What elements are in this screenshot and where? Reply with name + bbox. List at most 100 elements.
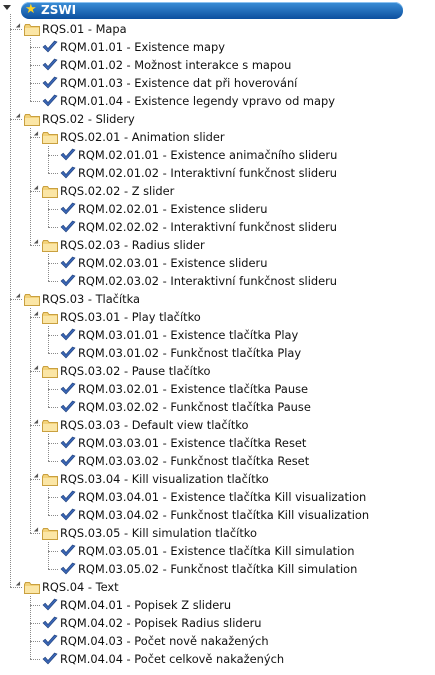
tree-node-label: RQS.03.01 - Play tlačítko <box>60 310 201 324</box>
checkmark-icon <box>42 76 58 90</box>
tree-connector <box>30 659 40 660</box>
tree-connector <box>48 173 58 174</box>
tree-connector <box>30 83 40 84</box>
tree-node-label: RQM.03.04.01 - Existence tlačítka Kill v… <box>78 490 367 504</box>
checkmark-icon <box>60 328 76 342</box>
tree-connector <box>48 515 58 516</box>
tree-connector <box>48 488 49 515</box>
folder-icon <box>42 365 58 378</box>
tree-node-label: RQM.01.01 - Existence mapy <box>60 40 225 54</box>
tree-connector <box>30 641 40 642</box>
folder-icon <box>42 473 58 486</box>
tree-node-label: RQM.01.02 - Možnost interakce s mapou <box>60 58 292 72</box>
tree-connector <box>48 263 58 264</box>
tree-connector <box>30 596 31 659</box>
tree-connector <box>10 299 22 300</box>
tree-node-label: RQM.01.04 - Existence legendy vpravo od … <box>60 94 335 108</box>
tree-connector <box>48 209 58 210</box>
tree-connector <box>30 308 31 533</box>
tree-node-label: RQS.03 - Tlačítka <box>42 292 140 306</box>
tree-connector <box>10 29 22 30</box>
checkmark-icon <box>60 202 76 216</box>
tree-connector <box>48 326 49 353</box>
folder-icon <box>42 311 58 324</box>
tree-node-label: RQM.03.03.01 - Existence tlačítka Reset <box>78 436 307 450</box>
tree-connector <box>30 65 40 66</box>
tree-node-label: RQM.02.02.01 - Existence slideru <box>78 202 268 216</box>
folder-icon <box>42 419 58 432</box>
tree-connector <box>48 353 58 354</box>
tree-connector <box>48 281 58 282</box>
tree-connector <box>48 155 58 156</box>
tree-node-label: RQM.03.01.01 - Existence tlačítka Play <box>78 328 299 342</box>
tree-node-label: RQS.03.05 - Kill simulation tlačítko <box>60 526 257 540</box>
tree-connector <box>48 407 58 408</box>
tree-connector <box>48 434 49 461</box>
checkmark-icon <box>60 148 76 162</box>
tree-node-label: RQS.02.01 - Animation slider <box>60 130 225 144</box>
tree-node-label: RQS.03.03 - Default view tlačítko <box>60 418 249 432</box>
folder-icon <box>24 581 40 594</box>
tree-node-label: RQM.03.05.01 - Existence tlačítka Kill s… <box>78 544 355 558</box>
tree-node-label: RQM.02.03.01 - Existence slideru <box>78 256 268 270</box>
folder-icon <box>42 527 58 540</box>
star-icon: ★ <box>25 2 37 17</box>
checkmark-icon <box>60 166 76 180</box>
tree-node-label: RQM.01.03 - Existence dat při hoverování <box>60 76 298 90</box>
checkmark-icon <box>60 274 76 288</box>
checkmark-icon <box>60 382 76 396</box>
tree-connector <box>48 380 49 407</box>
folder-icon <box>24 293 40 306</box>
tree-node-label: RQS.04 - Text <box>42 580 119 594</box>
tree-node-label: RQM.03.03.02 - Funkčnost tlačítka Reset <box>78 454 310 468</box>
tree-node-label: RQS.03.02 - Pause tlačítko <box>60 364 211 378</box>
checkmark-icon <box>60 454 76 468</box>
tree-node-label: RQM.02.01.01 - Existence animačního slid… <box>78 148 338 162</box>
tree-connector <box>10 14 11 587</box>
checkmark-icon <box>60 220 76 234</box>
checkmark-icon <box>60 562 76 576</box>
tree-node-label: RQM.03.02.01 - Existence tlačítka Pause <box>78 382 309 396</box>
tree-node-label: RQM.03.05.02 - Funkčnost tlačítka Kill s… <box>78 562 358 576</box>
tree-node-label: RQM.03.04.02 - Funkčnost tlačítka Kill v… <box>78 508 370 522</box>
tree-connector <box>30 38 31 101</box>
folder-icon <box>24 113 40 126</box>
checkmark-icon <box>42 634 58 648</box>
checkmark-icon <box>42 94 58 108</box>
tree-node-label: RQM.03.01.02 - Funkčnost tlačítka Play <box>78 346 302 360</box>
tree-connector <box>48 461 58 462</box>
checkmark-icon <box>60 436 76 450</box>
tree-node-label: RQM.02.03.02 - Interaktivní funkčnost sl… <box>78 274 338 288</box>
tree-node-label: RQS.02.03 - Radius slider <box>60 238 205 252</box>
tree-node-label: RQS.02.02 - Z slider <box>60 184 175 198</box>
tree-node-label: RQS.02 - Slidery <box>42 112 135 126</box>
tree-connector <box>30 101 40 102</box>
tree-connector <box>30 128 31 245</box>
tree-connector <box>48 443 58 444</box>
folder-icon <box>42 131 58 144</box>
tree-connector <box>48 146 49 173</box>
tree-connector <box>48 497 58 498</box>
tree-connector <box>30 623 40 624</box>
requirements-tree: ★ ZSWI RQS.01 - Mapa RQM.01.01 - Existenc… <box>0 0 435 675</box>
tree-node-label: RQS.03.04 - Kill visualization tlačítko <box>60 472 269 486</box>
tree-node-label: RQM.02.02.02 - Interaktivní funkčnost sl… <box>78 220 338 234</box>
tree-connector <box>30 47 40 48</box>
checkmark-icon <box>60 256 76 270</box>
checkmark-icon <box>60 400 76 414</box>
tree-node-label: RQM.04.03 - Počet nově nakažených <box>60 634 269 648</box>
folder-icon <box>42 239 58 252</box>
checkmark-icon <box>60 544 76 558</box>
root-expander-icon[interactable] <box>3 5 11 10</box>
tree-connector <box>48 200 49 227</box>
tree-connector <box>30 605 40 606</box>
tree-root-label: ZSWI <box>41 3 77 17</box>
checkmark-icon <box>60 508 76 522</box>
tree-node-label: RQM.04.02 - Popisek Radius slideru <box>60 616 262 630</box>
tree-connector <box>48 542 49 569</box>
tree-connector <box>48 254 49 281</box>
tree-connector <box>48 551 58 552</box>
tree-root-node[interactable] <box>21 2 403 19</box>
checkmark-icon <box>42 616 58 630</box>
folder-icon <box>24 23 40 36</box>
